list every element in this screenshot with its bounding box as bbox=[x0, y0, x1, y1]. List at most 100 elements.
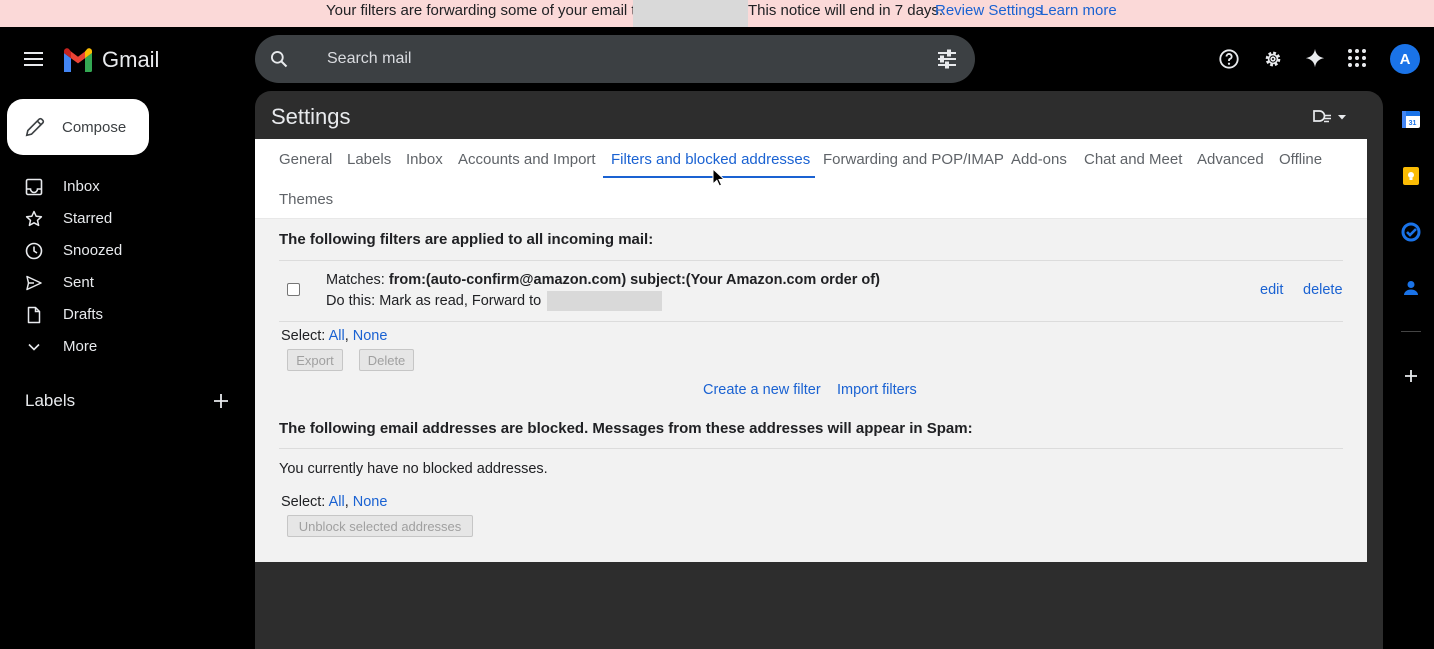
tab-general[interactable]: General bbox=[279, 151, 332, 168]
top-bar: Gmail A bbox=[0, 27, 1434, 91]
help-icon[interactable] bbox=[1218, 48, 1240, 70]
draft-icon bbox=[27, 306, 41, 324]
export-button[interactable]: Export bbox=[287, 349, 343, 371]
add-addon-plus-icon[interactable] bbox=[1401, 366, 1421, 386]
review-settings-link[interactable]: Review Settings bbox=[935, 2, 1043, 19]
send-icon bbox=[26, 275, 42, 291]
learn-more-link[interactable]: Learn more bbox=[1040, 2, 1117, 19]
filters-select: Select: All, None bbox=[281, 328, 388, 344]
sidebar-item-label: Drafts bbox=[63, 306, 104, 323]
tab-forwarding-pop-imap[interactable]: Forwarding and POP/IMAP bbox=[823, 151, 1004, 168]
sidebar-item-snoozed[interactable]: Snoozed bbox=[0, 235, 255, 267]
select-none-link[interactable]: None bbox=[353, 328, 388, 344]
settings-gear-icon[interactable] bbox=[1262, 48, 1284, 70]
search-input[interactable] bbox=[327, 47, 927, 71]
divider bbox=[279, 448, 1343, 449]
search-icon[interactable] bbox=[269, 49, 289, 69]
edit-filter-link[interactable]: edit bbox=[1260, 282, 1283, 298]
tab-accounts-and-import[interactable]: Accounts and Import bbox=[458, 151, 596, 168]
no-blocked-text: You currently have no blocked addresses. bbox=[279, 461, 548, 477]
keep-icon[interactable] bbox=[1401, 166, 1421, 186]
labels-heading: Labels bbox=[25, 391, 76, 410]
select-all-link[interactable]: All bbox=[329, 494, 345, 510]
banner-notice: This notice will end in 7 days. bbox=[748, 2, 944, 19]
sidebar-item-label: Starred bbox=[63, 210, 113, 227]
tab-themes[interactable]: Themes bbox=[279, 191, 333, 208]
tab-inbox[interactable]: Inbox bbox=[406, 151, 443, 168]
settings-tabs: General Labels Inbox Accounts and Import… bbox=[255, 139, 1367, 219]
sidebar-item-drafts[interactable]: Drafts bbox=[0, 299, 255, 331]
side-panel: 31 bbox=[1383, 91, 1434, 649]
select-all-link[interactable]: All bbox=[329, 328, 345, 344]
side-panel-divider bbox=[1401, 331, 1421, 332]
density-toggle[interactable] bbox=[1313, 109, 1347, 125]
banner-text: Your filters are forwarding some of your… bbox=[326, 2, 644, 19]
redacted-forward-address bbox=[547, 291, 663, 311]
tab-add-ons[interactable]: Add-ons bbox=[1011, 151, 1067, 168]
blocked-select: Select: All, None bbox=[281, 494, 388, 510]
sidebar-item-sent[interactable]: Sent bbox=[0, 267, 255, 299]
chevron-down-icon bbox=[28, 343, 40, 351]
compose-button[interactable]: Compose bbox=[7, 99, 149, 155]
filters-heading: The following filters are applied to all… bbox=[279, 231, 654, 248]
tab-filters-and-blocked[interactable]: Filters and blocked addresses bbox=[611, 151, 810, 168]
tab-advanced[interactable]: Advanced bbox=[1197, 151, 1264, 168]
calendar-icon[interactable]: 31 bbox=[1401, 109, 1421, 129]
sidebar-item-label: Sent bbox=[63, 274, 94, 291]
apps-grid-icon[interactable] bbox=[1347, 48, 1367, 68]
main-menu-icon[interactable] bbox=[22, 50, 48, 68]
filter-action: Do this: Mark as read, Forward to bbox=[326, 291, 663, 311]
tab-offline[interactable]: Offline bbox=[1279, 151, 1322, 168]
account-avatar[interactable]: A bbox=[1390, 44, 1420, 74]
left-sidebar: Compose Inbox Starred Snoozed Sent Draft… bbox=[0, 91, 255, 649]
matches-label: Matches: bbox=[326, 272, 385, 288]
select-label: Select: bbox=[281, 328, 326, 344]
contacts-icon[interactable] bbox=[1401, 278, 1421, 298]
settings-main: Settings General Labels Inbox Accounts a… bbox=[255, 91, 1383, 649]
sidebar-item-starred[interactable]: Starred bbox=[0, 203, 255, 235]
select-label: Select: bbox=[281, 494, 326, 510]
pencil-icon bbox=[25, 117, 45, 137]
delete-button[interactable]: Delete bbox=[359, 349, 414, 371]
compose-label: Compose bbox=[62, 118, 127, 136]
matches-criteria: from:(auto-confirm@amazon.com) subject:(… bbox=[388, 272, 880, 288]
action-value: Mark as read, Forward to bbox=[379, 292, 542, 309]
sidebar-item-label: More bbox=[63, 338, 98, 355]
delete-filter-link[interactable]: delete bbox=[1303, 282, 1343, 298]
gmail-logo[interactable]: Gmail bbox=[62, 46, 159, 74]
tasks-icon[interactable] bbox=[1401, 222, 1421, 242]
create-filter-link[interactable]: Create a new filter bbox=[703, 382, 821, 398]
star-icon bbox=[25, 210, 43, 227]
sidebar-item-inbox[interactable]: Inbox bbox=[0, 171, 255, 203]
redacted-email bbox=[633, 0, 748, 27]
gmail-m-icon bbox=[64, 48, 92, 72]
input-tools-icon bbox=[1313, 110, 1331, 123]
svg-text:31: 31 bbox=[1409, 120, 1417, 127]
sidebar-item-label: Snoozed bbox=[63, 242, 123, 259]
search-options-icon[interactable] bbox=[935, 47, 959, 71]
tab-chat-and-meet[interactable]: Chat and Meet bbox=[1084, 151, 1182, 168]
filter-checkbox[interactable] bbox=[287, 283, 300, 296]
caret-down-icon bbox=[1338, 115, 1346, 120]
filter-matches: Matches: from:(auto-confirm@amazon.com) … bbox=[326, 272, 880, 288]
sidebar-item-label: Inbox bbox=[63, 178, 100, 195]
import-filters-link[interactable]: Import filters bbox=[837, 382, 917, 398]
app-name: Gmail bbox=[102, 47, 160, 72]
active-tab-indicator bbox=[603, 176, 815, 178]
unblock-button[interactable]: Unblock selected addresses bbox=[287, 515, 473, 537]
clock-icon bbox=[25, 242, 43, 260]
page-title: Settings bbox=[271, 104, 351, 129]
gemini-sparkle-icon[interactable] bbox=[1304, 48, 1326, 70]
divider bbox=[279, 260, 1343, 261]
inbox-icon bbox=[25, 178, 43, 196]
blocked-heading: The following email addresses are blocke… bbox=[279, 420, 973, 437]
action-label: Do this: bbox=[326, 292, 376, 309]
search-bar[interactable] bbox=[255, 35, 975, 83]
select-none-link[interactable]: None bbox=[353, 494, 388, 510]
sidebar-item-more[interactable]: More bbox=[0, 331, 255, 363]
tab-labels[interactable]: Labels bbox=[347, 151, 391, 168]
divider bbox=[279, 321, 1343, 322]
add-label-plus-icon[interactable] bbox=[212, 392, 230, 410]
forwarding-notice-banner: Your filters are forwarding some of your… bbox=[0, 0, 1434, 27]
settings-panel: General Labels Inbox Accounts and Import… bbox=[255, 139, 1367, 562]
